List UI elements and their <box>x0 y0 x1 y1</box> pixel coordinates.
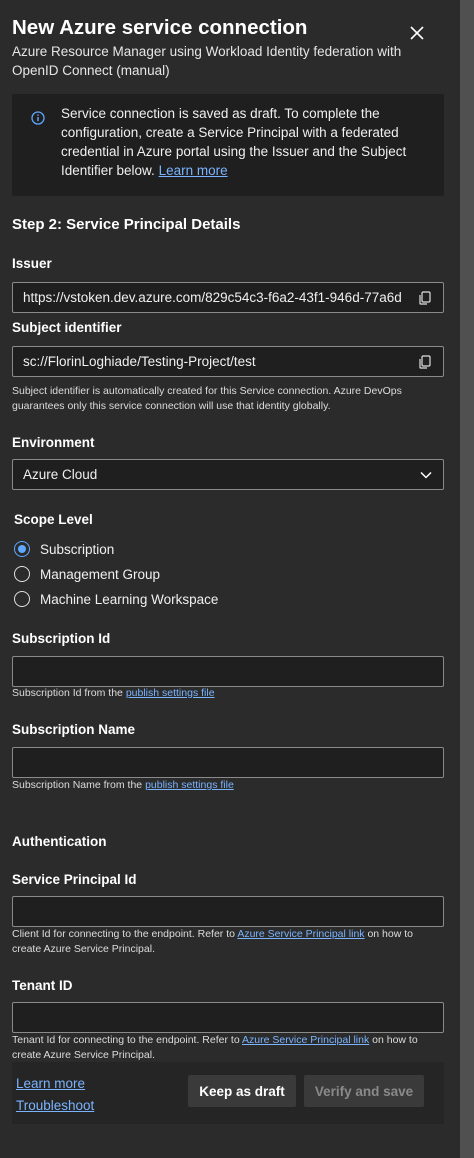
verify-and-save-button[interactable]: Verify and save <box>304 1075 424 1107</box>
subscription-name-help: Subscription Name from the publish setti… <box>12 778 444 793</box>
service-principal-input[interactable] <box>12 896 444 927</box>
subscription-id-label: Subscription Id <box>12 631 111 646</box>
issuer-label: Issuer <box>12 256 52 271</box>
help-text: Client Id for connecting to the endpoint… <box>12 928 238 940</box>
background-strip <box>460 0 474 1158</box>
keep-as-draft-button[interactable]: Keep as draft <box>188 1075 296 1107</box>
info-learn-more-link[interactable]: Learn more <box>159 163 228 178</box>
service-principal-label: Service Principal Id <box>12 872 137 887</box>
subscription-name-label: Subscription Name <box>12 722 136 737</box>
environment-dropdown[interactable]: Azure Cloud <box>12 459 444 490</box>
footer-learn-more-link[interactable]: Learn more <box>16 1076 85 1091</box>
help-text: Subscription Id from the <box>12 687 126 699</box>
azure-service-principal-link[interactable]: Azure Service Principal link <box>237 928 364 940</box>
info-message-text: Service connection is saved as draft. To… <box>61 106 407 178</box>
subscription-id-help: Subscription Id from the publish setting… <box>12 686 444 701</box>
subscription-name-input[interactable] <box>12 747 444 778</box>
tenant-id-help: Tenant Id for connecting to the endpoint… <box>12 1033 444 1063</box>
subject-label: Subject identifier <box>12 320 122 335</box>
scope-option-label: Management Group <box>40 566 161 582</box>
step-title: Step 2: Service Principal Details <box>12 216 241 233</box>
info-message: Service connection is saved as draft. To… <box>61 104 433 180</box>
copy-icon[interactable] <box>417 354 433 370</box>
service-principal-help: Client Id for connecting to the endpoint… <box>12 927 444 957</box>
tenant-id-label: Tenant ID <box>12 978 73 993</box>
scope-option-label: Machine Learning Workspace <box>40 591 219 607</box>
environment-value: Azure Cloud <box>23 467 98 482</box>
close-icon <box>410 26 424 40</box>
subject-help-text: Subject identifier is automatically crea… <box>12 385 402 412</box>
environment-label: Environment <box>12 435 95 450</box>
scope-option-subscription[interactable]: Subscription <box>14 539 114 559</box>
help-text: Subscription Name from the <box>12 779 146 791</box>
scope-option-ml-workspace[interactable]: Machine Learning Workspace <box>14 589 218 609</box>
radio-selected[interactable] <box>14 541 30 557</box>
subject-value: sc://FlorinLoghiade/Testing-Project/test <box>23 354 256 369</box>
scope-label: Scope Level <box>14 512 93 527</box>
issuer-field[interactable]: https://vstoken.dev.azure.com/829c54c3-f… <box>12 282 444 313</box>
panel-title: New Azure service connection <box>12 16 308 39</box>
radio-unselected[interactable] <box>14 566 30 582</box>
tenant-id-input[interactable] <box>12 1002 444 1033</box>
close-button[interactable] <box>404 20 430 46</box>
footer-troubleshoot-link[interactable]: Troubleshoot <box>16 1098 94 1113</box>
info-icon <box>31 111 45 125</box>
publish-settings-link[interactable]: publish settings file <box>145 779 234 791</box>
scope-option-management-group[interactable]: Management Group <box>14 564 160 584</box>
authentication-heading: Authentication <box>12 834 107 849</box>
azure-service-principal-link[interactable]: Azure Service Principal link <box>242 1034 369 1046</box>
help-text: Tenant Id for connecting to the endpoint… <box>12 1034 242 1046</box>
chevron-down-icon <box>420 471 432 479</box>
radio-unselected[interactable] <box>14 591 30 607</box>
issuer-value: https://vstoken.dev.azure.com/829c54c3-f… <box>23 290 402 305</box>
subscription-id-input[interactable] <box>12 656 444 687</box>
subject-field[interactable]: sc://FlorinLoghiade/Testing-Project/test <box>12 346 444 377</box>
scope-option-label: Subscription <box>40 541 115 557</box>
panel-subtitle: Azure Resource Manager using Workload Id… <box>12 44 402 78</box>
copy-icon[interactable] <box>417 290 433 306</box>
publish-settings-link[interactable]: publish settings file <box>126 687 215 699</box>
